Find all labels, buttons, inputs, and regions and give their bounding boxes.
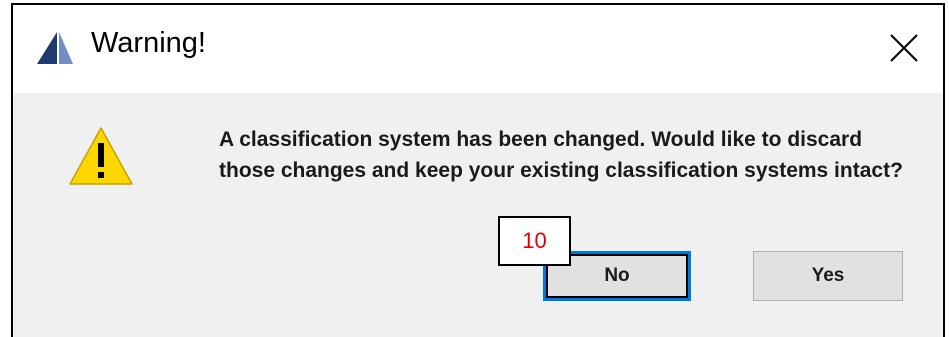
no-button-label: No xyxy=(604,265,630,286)
app-logo-icon xyxy=(35,30,75,66)
yes-button[interactable]: Yes xyxy=(753,251,903,301)
yes-button-label: Yes xyxy=(811,265,845,286)
dialog-titlebar: Warning! xyxy=(13,5,943,93)
dialog-title: Warning! xyxy=(91,27,206,59)
dialog-message: A classification system has been changed… xyxy=(219,128,903,182)
step-callout-badge: 10 xyxy=(498,216,571,266)
step-callout-number: 10 xyxy=(522,228,547,253)
close-icon xyxy=(890,34,918,62)
close-button[interactable] xyxy=(883,27,925,69)
warning-icon xyxy=(67,125,135,187)
warning-dialog: Warning! A classification system has bee… xyxy=(11,3,945,337)
